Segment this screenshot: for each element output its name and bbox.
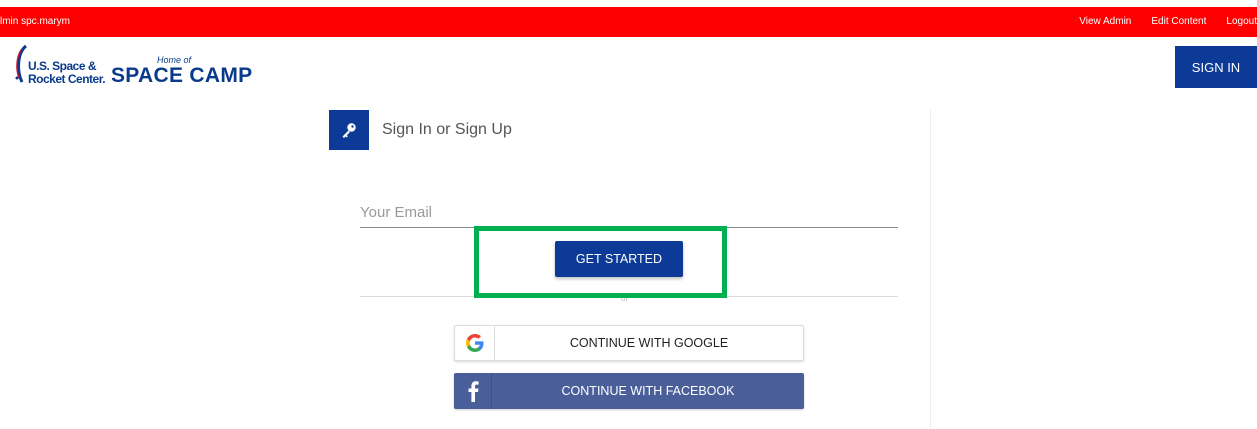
email-field[interactable] [360, 198, 898, 228]
continue-with-facebook-button[interactable]: CONTINUE WITH FACEBOOK [454, 373, 804, 409]
facebook-button-label: CONTINUE WITH FACEBOOK [561, 384, 735, 398]
admin-user-label: lmin spc.marym [0, 16, 71, 27]
sign-in-button[interactable]: SIGN IN [1175, 46, 1257, 88]
view-admin-link[interactable]: View Admin [1079, 16, 1131, 27]
get-started-button[interactable]: GET STARTED [555, 241, 683, 277]
facebook-icon [454, 373, 492, 409]
continue-with-google-button[interactable]: CONTINUE WITH GOOGLE [454, 325, 804, 361]
logo-brand: SPACE CAMP [111, 64, 253, 87]
admin-bar: lmin spc.marym View Admin Edit Content L… [0, 7, 1257, 37]
key-icon [329, 110, 369, 150]
logo-text-line1: U.S. Space & [28, 59, 97, 73]
logo-text-line2: Rocket Center. [28, 72, 106, 86]
logout-link[interactable]: Logout [1226, 16, 1257, 27]
google-button-label: CONTINUE WITH GOOGLE [569, 336, 729, 350]
admin-links: View Admin Edit Content Logout [1059, 16, 1257, 27]
edit-content-link[interactable]: Edit Content [1151, 16, 1206, 27]
google-icon [455, 326, 495, 360]
signin-card: Sign In or Sign Up or GET STARTED CONTIN… [329, 110, 931, 429]
card-title: Sign In or Sign Up [382, 121, 512, 138]
site-logo[interactable]: U.S. Space & Rocket Center. Home of SPAC… [12, 44, 252, 94]
